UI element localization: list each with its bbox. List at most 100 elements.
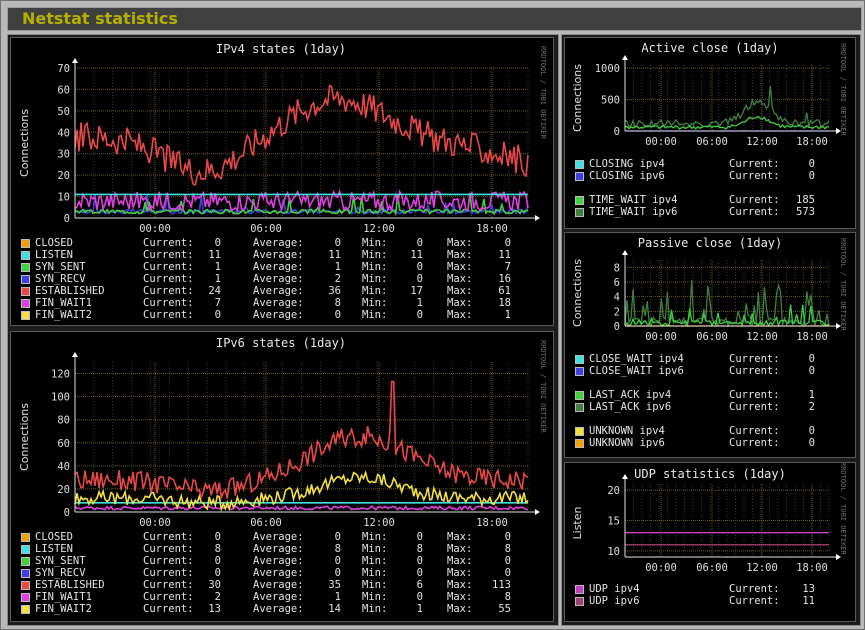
legend-average: Average: xyxy=(253,603,304,615)
legend-label: LAST_ACK ipv6 xyxy=(589,401,672,413)
active-close-chart: Active close (1day) Connections RRDTOOL / … xyxy=(571,41,847,148)
ipv4-states-chart: IPv4 states (1day) Connections RRDTOOL / T… xyxy=(18,42,547,235)
legend-cv: 0 xyxy=(808,353,815,365)
legend-cv: 24 xyxy=(208,285,221,297)
y-axis-arrow xyxy=(622,250,628,255)
x-tick-label: 12:00 xyxy=(746,331,778,343)
legend-max: Max: xyxy=(447,249,473,261)
y-tick-label: 100 xyxy=(51,392,70,404)
legend-current: Current: xyxy=(143,531,194,543)
legend-label: CLOSE_WAIT ipv6 xyxy=(589,365,684,377)
legend-label: SYN_RECV xyxy=(35,273,86,285)
legend-mn: 8 xyxy=(416,543,423,555)
legend-swatch xyxy=(575,172,584,181)
x-tick-label: 18:00 xyxy=(796,331,828,343)
legend-current: Current: xyxy=(729,437,780,449)
legend-label: UDP ipv6 xyxy=(589,595,640,607)
legend-swatch xyxy=(575,355,584,364)
y-tick-label: 40 xyxy=(57,127,70,139)
legend-swatch xyxy=(21,605,30,614)
ipv6-states-panel: IPv6 states (1day) Connections RRDTOOL / T… xyxy=(10,331,554,622)
legend-mn: 1 xyxy=(416,603,423,615)
legend-current: Current: xyxy=(143,603,194,615)
y-tick-label: 60 xyxy=(57,438,70,450)
legend-mn: 0 xyxy=(416,237,423,249)
x-tick-label: 00:00 xyxy=(645,562,677,574)
y-tick-label: 6 xyxy=(614,277,620,289)
legend-cv: 573 xyxy=(796,206,815,218)
y-axis-label: Connections xyxy=(571,64,584,132)
x-tick-label: 12:00 xyxy=(363,517,395,529)
watermark: RRDTOOL / TOBI OETIKER xyxy=(839,238,847,332)
x-tick-label: 06:00 xyxy=(250,223,282,235)
udp-statistics-panel: UDP statistics (1day) Listen RRDTOOL / TOB… xyxy=(564,462,856,622)
ipv6-states-chart: IPv6 states (1day) Connections RRDTOOL / T… xyxy=(18,336,547,529)
y-tick-label: 8 xyxy=(614,262,620,274)
watermark: RRDTOOL / TOBI OETIKER xyxy=(839,463,847,556)
y-axis-arrow xyxy=(72,352,78,357)
legend-min: Min: xyxy=(362,591,388,603)
legend-swatch xyxy=(575,439,584,448)
page-title: Netstat statistics xyxy=(22,9,178,28)
legend-min: Min: xyxy=(362,309,388,321)
y-tick-label: 0 xyxy=(614,321,620,333)
legend-mx: 7 xyxy=(504,261,511,273)
legend-swatch xyxy=(575,196,584,205)
legend-av: 11 xyxy=(328,249,341,261)
y-tick-label: 40 xyxy=(57,461,70,473)
legend-swatch xyxy=(21,581,30,590)
legend-label: FIN_WAIT2 xyxy=(35,309,92,321)
legend-mn: 6 xyxy=(416,579,423,591)
legend-max: Max: xyxy=(447,261,473,273)
legend-mx: 8 xyxy=(504,591,511,603)
x-tick-label: 12:00 xyxy=(746,562,778,574)
legend-av: 14 xyxy=(328,603,341,615)
legend-mn: 0 xyxy=(416,591,423,603)
legend-min: Min: xyxy=(362,273,388,285)
legend-current: Current: xyxy=(729,389,780,401)
y-tick-label: 2 xyxy=(614,306,620,318)
legend-mx: 11 xyxy=(498,249,511,261)
legend-swatch xyxy=(575,403,584,412)
legend-mx: 8 xyxy=(504,543,511,555)
y-tick-label: 60 xyxy=(57,84,70,96)
legend-cv: 0 xyxy=(214,309,221,321)
x-tick-label: 18:00 xyxy=(796,562,828,574)
legend-av: 1 xyxy=(334,261,341,273)
legend-current: Current: xyxy=(143,567,194,579)
legend-average: Average: xyxy=(253,285,304,297)
legend-cv: 30 xyxy=(208,579,221,591)
x-tick-label: 12:00 xyxy=(746,136,778,148)
y-tick-label: 20 xyxy=(57,484,70,496)
y-tick-label: 30 xyxy=(57,149,70,161)
chart-title: Passive close (1day) xyxy=(638,236,783,250)
passive-close-chart: Passive close (1day) Connections RRDTOOL /… xyxy=(571,236,847,343)
x-tick-label: 00:00 xyxy=(645,331,677,343)
legend-max: Max: xyxy=(447,309,473,321)
legend-min: Min: xyxy=(362,543,388,555)
minor-grid xyxy=(624,260,830,326)
legend-mn: 0 xyxy=(416,261,423,273)
legend-max: Max: xyxy=(447,567,473,579)
legend-average: Average: xyxy=(253,273,304,285)
legend-cv: 0 xyxy=(214,237,221,249)
legend-max: Max: xyxy=(447,531,473,543)
legend-av: 35 xyxy=(328,579,341,591)
y-tick-label: 0 xyxy=(614,126,620,138)
legend-average: Average: xyxy=(253,543,304,555)
legend-label: SYN_SENT xyxy=(35,555,86,567)
legend-swatch xyxy=(575,160,584,169)
legend-av: 0 xyxy=(334,309,341,321)
legend-average: Average: xyxy=(253,567,304,579)
legend-current: Current: xyxy=(143,261,194,273)
legend-current: Current: xyxy=(143,285,194,297)
legend-cv: 7 xyxy=(214,297,221,309)
legend-max: Max: xyxy=(447,297,473,309)
ipv4-states-panel: IPv4 states (1day) Connections RRDTOOL / T… xyxy=(10,37,554,326)
legend-current: Current: xyxy=(729,365,780,377)
legend-cv: 8 xyxy=(214,543,221,555)
y-tick-label: 500 xyxy=(601,95,620,107)
y-tick-label: 20 xyxy=(57,170,70,182)
legend-mx: 16 xyxy=(498,273,511,285)
legend-mn: 0 xyxy=(416,567,423,579)
